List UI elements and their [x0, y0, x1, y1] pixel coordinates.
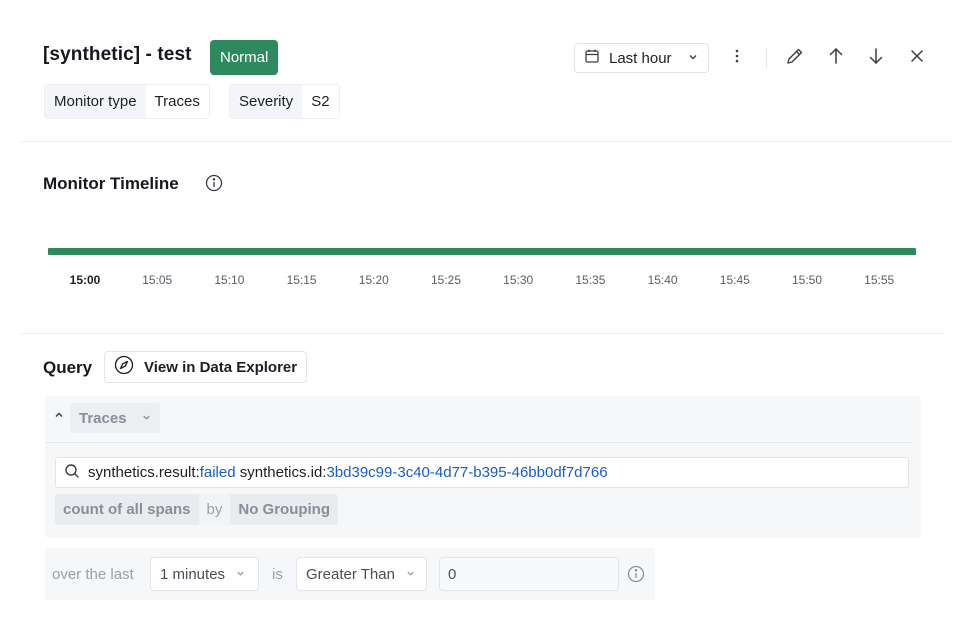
- chevron-down-icon: [141, 410, 152, 427]
- query-panel-divider: [45, 442, 913, 443]
- timeline-title: Monitor Timeline: [43, 174, 179, 193]
- time-range-picker[interactable]: Last hour: [574, 43, 709, 73]
- edit-icon: [785, 46, 805, 71]
- timeline-tick-label: 15:25: [430, 273, 462, 287]
- data-source-select[interactable]: Traces: [70, 403, 160, 433]
- close-icon: [910, 49, 924, 68]
- aggregation-select[interactable]: count of all spans: [55, 494, 199, 525]
- timeline-tick-label: 15:30: [503, 273, 534, 287]
- grouping-select[interactable]: No Grouping: [230, 494, 338, 525]
- arrow-down-icon: [868, 47, 884, 70]
- previous-button[interactable]: [823, 45, 849, 71]
- threshold-input[interactable]: 0: [439, 557, 619, 591]
- by-label: by: [198, 494, 231, 525]
- time-window-value: 1 minutes: [160, 565, 226, 583]
- compass-icon: [114, 355, 134, 379]
- next-button[interactable]: [863, 45, 889, 71]
- timeline-tick-label: 15:15: [286, 273, 317, 287]
- chevron-down-icon: [687, 50, 699, 67]
- timeline-tick-label: 15:00: [69, 273, 101, 287]
- info-icon[interactable]: [627, 565, 645, 588]
- section-divider: [20, 141, 952, 142]
- calendar-icon: [584, 48, 600, 68]
- is-label: is: [272, 566, 283, 583]
- search-icon: [64, 463, 80, 483]
- timeline-tick-label: 15:20: [358, 273, 389, 287]
- edit-button[interactable]: [782, 45, 808, 71]
- timeline-tick-label: 15:55: [864, 273, 895, 287]
- query-filter-key: synthetics.result:: [88, 464, 200, 481]
- timeline-tick-label: 15:35: [575, 273, 606, 287]
- timeline-tick-label: 15:40: [647, 273, 678, 287]
- timeline-tick-label: 15:10: [214, 273, 245, 287]
- query-filter-key: synthetics.id:: [239, 464, 327, 481]
- query-filter-value: 3bd39c99-3c40-4d77-b395-46bb0df7d766: [326, 464, 608, 481]
- query-search-input[interactable]: synthetics.result:failed synthetics.id:3…: [55, 457, 909, 488]
- view-in-data-explorer-button[interactable]: View in Data Explorer: [104, 351, 308, 383]
- tag-monitor-type: Monitor type Traces: [44, 84, 210, 119]
- tag-value: S2: [302, 85, 339, 118]
- operator-select[interactable]: Greater Than: [296, 557, 427, 591]
- time-window-select[interactable]: 1 minutes: [150, 557, 259, 591]
- tag-severity: Severity S2: [229, 84, 340, 119]
- aggregation-row: count of all spans by No Grouping: [55, 494, 339, 525]
- threshold-value: 0: [448, 565, 457, 583]
- info-icon[interactable]: [205, 174, 223, 197]
- collapse-button[interactable]: [52, 409, 66, 425]
- more-options-button[interactable]: [724, 45, 750, 71]
- chevron-down-icon: [235, 566, 246, 583]
- over-the-last-label: over the last: [52, 566, 134, 583]
- chevron-down-icon: [405, 566, 416, 583]
- timeline-tick-label: 15:45: [719, 273, 750, 287]
- tag-value: Traces: [145, 85, 209, 118]
- explorer-label: View in Data Explorer: [144, 358, 298, 376]
- operator-value: Greater Than: [306, 565, 395, 583]
- query-text: synthetics.result:failed synthetics.id:3…: [88, 464, 608, 481]
- data-source-label: Traces: [79, 409, 127, 427]
- status-badge: Normal: [210, 40, 279, 75]
- tag-key: Severity: [230, 85, 303, 118]
- close-button[interactable]: [904, 45, 930, 71]
- time-range-label: Last hour: [609, 49, 672, 67]
- tag-key: Monitor type: [45, 85, 146, 118]
- arrow-up-icon: [828, 47, 844, 70]
- query-filter-value: failed: [199, 464, 236, 481]
- timeline-tick-label: 15:50: [791, 273, 823, 287]
- timeline-tick-label: 15:05: [142, 273, 173, 287]
- section-divider: [20, 333, 944, 334]
- page-title: [synthetic] - test: [43, 44, 192, 65]
- timeline-status-bar[interactable]: [48, 248, 916, 255]
- query-title: Query: [43, 358, 93, 377]
- more-vertical-icon: [735, 49, 739, 68]
- chevron-up-icon: [53, 408, 65, 426]
- toolbar-divider: [766, 48, 767, 68]
